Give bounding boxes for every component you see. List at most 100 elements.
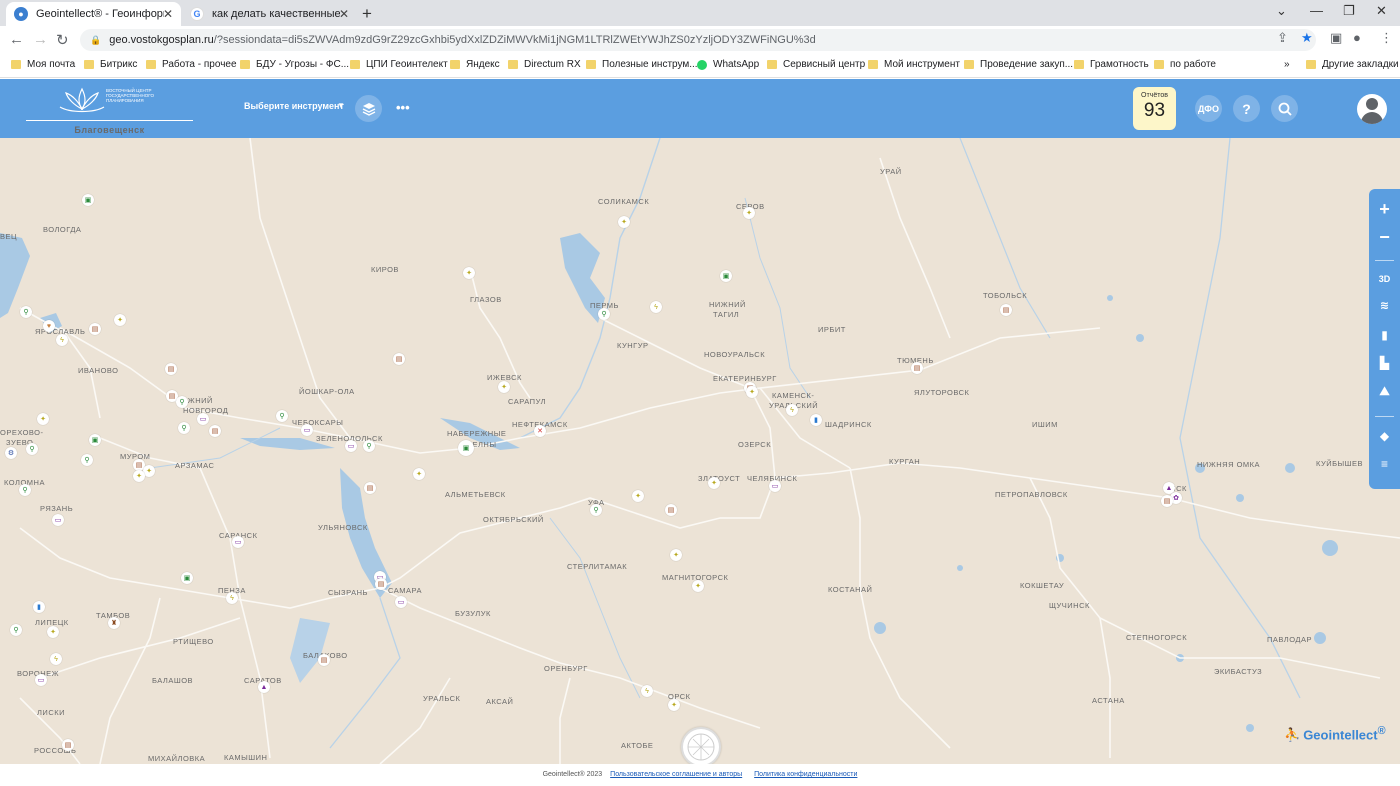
factory-icon[interactable]: ▙ xyxy=(1369,356,1400,370)
map-marker[interactable]: ▭ xyxy=(197,413,209,425)
map-marker[interactable]: ✦ xyxy=(114,314,126,326)
map-marker[interactable]: ▣ xyxy=(720,270,732,282)
map-marker[interactable]: ϟ xyxy=(56,334,68,346)
map-marker[interactable]: ✦ xyxy=(133,470,145,482)
map-marker[interactable]: ϟ xyxy=(226,592,238,604)
map-marker[interactable]: ✦ xyxy=(668,699,680,711)
layers-icon[interactable]: ≡ xyxy=(1369,457,1400,471)
other-bookmarks[interactable]: Другие закладки xyxy=(1306,59,1399,70)
map-marker[interactable]: ϟ xyxy=(641,685,653,697)
bookmark-item[interactable]: ЦПИ Геоинтелект xyxy=(350,59,448,70)
bookmark-item[interactable]: Directum RX xyxy=(508,59,581,70)
close-icon[interactable]: ✕ xyxy=(163,7,173,21)
menu-icon[interactable]: ⋮ xyxy=(1380,30,1393,46)
map-marker[interactable]: ✦ xyxy=(670,549,682,561)
reload-icon[interactable]: ↻ xyxy=(56,31,69,49)
map-marker[interactable]: ϟ xyxy=(786,404,798,416)
map-marker[interactable]: ▤ xyxy=(89,323,101,335)
window-close-icon[interactable]: ✕ xyxy=(1376,3,1387,19)
map-marker[interactable]: ▤ xyxy=(665,504,677,516)
map-marker[interactable]: ⚲ xyxy=(176,396,188,408)
layers-button[interactable] xyxy=(355,95,382,122)
map-marker[interactable]: ▤ xyxy=(209,425,221,437)
map-marker[interactable]: ▤ xyxy=(375,578,387,590)
3d-mode-button[interactable]: 3D xyxy=(1369,274,1400,284)
map-marker[interactable]: ✦ xyxy=(47,626,59,638)
eraser-icon[interactable]: ◆ xyxy=(1369,429,1400,443)
map-marker[interactable]: ✦ xyxy=(743,207,755,219)
map-canvas[interactable]: СОЛИКАМСК СЕРОВ УРАЙ ВОЛОГДА КИРОВ ГЛАЗО… xyxy=(0,138,1400,764)
map-marker[interactable]: ⚲ xyxy=(363,440,375,452)
map-marker[interactable]: ▤ xyxy=(165,363,177,375)
tool-select[interactable]: Выберите инструмент xyxy=(244,101,344,111)
url-field[interactable]: 🔒 geo.vostokgosplan.ru/?sessiondata=di5s… xyxy=(80,29,1316,51)
zoom-in-button[interactable]: + xyxy=(1369,199,1400,220)
more-bookmarks-button[interactable]: » xyxy=(1284,59,1290,70)
map-marker[interactable]: ▮ xyxy=(810,414,822,426)
share-icon[interactable]: ⇪ xyxy=(1277,30,1288,46)
map-marker[interactable]: ✦ xyxy=(746,386,758,398)
tab-google-search[interactable]: G как делать качественные снимк ✕ xyxy=(182,2,357,26)
bookmark-item[interactable]: Моя почта xyxy=(11,59,75,70)
bookmark-item[interactable]: Битрикс xyxy=(84,59,137,70)
map-marker[interactable]: ▤ xyxy=(62,739,74,751)
region-button[interactable]: ДФО xyxy=(1195,95,1222,122)
map-marker[interactable]: ✦ xyxy=(37,413,49,425)
map-marker[interactable]: ✦ xyxy=(632,490,644,502)
map-marker[interactable]: ⚲ xyxy=(19,484,31,496)
map-marker[interactable]: ▮ xyxy=(33,601,45,613)
map-marker[interactable]: ▭ xyxy=(301,424,313,436)
map-marker[interactable]: ⚲ xyxy=(26,443,38,455)
map-marker[interactable]: ✦ xyxy=(618,216,630,228)
restore-icon[interactable]: ❐ xyxy=(1343,3,1355,19)
wind-icon[interactable]: ≋ xyxy=(1369,299,1400,312)
chart-area-icon[interactable]: ⛰ xyxy=(1369,384,1400,399)
search-button[interactable] xyxy=(1271,95,1298,122)
bookmark-item[interactable]: Сервисный центр xyxy=(767,59,865,70)
new-tab-button[interactable]: + xyxy=(362,4,372,24)
bookmark-item[interactable]: WhatsApp xyxy=(697,59,759,70)
map-marker[interactable]: ▤ xyxy=(1000,304,1012,316)
chevron-down-icon[interactable]: ▼ xyxy=(337,101,345,110)
map-marker[interactable]: ▣ xyxy=(181,572,193,584)
bookmark-item[interactable]: Проведение закуп... xyxy=(964,59,1073,70)
map-marker[interactable]: ⚙ xyxy=(5,447,17,459)
map-marker[interactable]: ✦ xyxy=(463,267,475,279)
bookmark-item[interactable]: по работе xyxy=(1154,59,1216,70)
map-marker[interactable]: ▭ xyxy=(35,674,47,686)
compass-button[interactable] xyxy=(681,727,721,767)
map-marker[interactable]: ▣ xyxy=(89,434,101,446)
bookmark-item[interactable]: БДУ - Угрозы - ФС... xyxy=(240,59,349,70)
bookmark-item[interactable]: Полезные инструм... xyxy=(586,59,698,70)
back-icon[interactable]: ← xyxy=(9,31,24,48)
help-button[interactable]: ? xyxy=(1233,95,1260,122)
avatar[interactable] xyxy=(1357,94,1387,124)
map-marker[interactable]: ✕ xyxy=(534,425,546,437)
map-marker[interactable]: ▤ xyxy=(364,482,376,494)
map-marker[interactable]: ▤ xyxy=(393,353,405,365)
zoom-out-button[interactable]: − xyxy=(1369,227,1400,248)
map-marker[interactable]: ⚲ xyxy=(81,454,93,466)
map-marker[interactable]: ▭ xyxy=(232,536,244,548)
map-marker[interactable]: ▭ xyxy=(345,440,357,452)
map-marker[interactable]: ⚲ xyxy=(590,504,602,516)
map-marker[interactable]: ▭ xyxy=(52,514,64,526)
forward-icon[interactable]: → xyxy=(33,31,48,48)
privacy-link[interactable]: Политика конфиденциальности xyxy=(754,771,857,778)
star-icon[interactable]: ★ xyxy=(1301,30,1313,46)
map-marker[interactable]: ✦ xyxy=(692,580,704,592)
tab-geointellect[interactable]: ● Geointellect® - Геоинформаци ✕ xyxy=(6,2,181,26)
map-marker[interactable]: ▣ xyxy=(82,194,94,206)
bookmark-item[interactable]: Работа - прочее xyxy=(146,59,237,70)
map-marker[interactable]: ▲ xyxy=(258,681,270,693)
agreement-link[interactable]: Пользовательское соглашение и авторы xyxy=(610,771,742,778)
map-marker[interactable]: ▤ xyxy=(318,654,330,666)
map-marker[interactable]: ♥ xyxy=(43,320,55,332)
map-marker[interactable]: ⚲ xyxy=(178,422,190,434)
map-marker[interactable]: ♜ xyxy=(108,617,120,629)
bookmark-item[interactable]: Мой инструмент xyxy=(868,59,960,70)
close-icon[interactable]: ✕ xyxy=(339,7,349,21)
map-marker[interactable]: ▤ xyxy=(1161,495,1173,507)
map-marker[interactable]: ✦ xyxy=(498,381,510,393)
map-marker[interactable]: ⚲ xyxy=(10,624,22,636)
